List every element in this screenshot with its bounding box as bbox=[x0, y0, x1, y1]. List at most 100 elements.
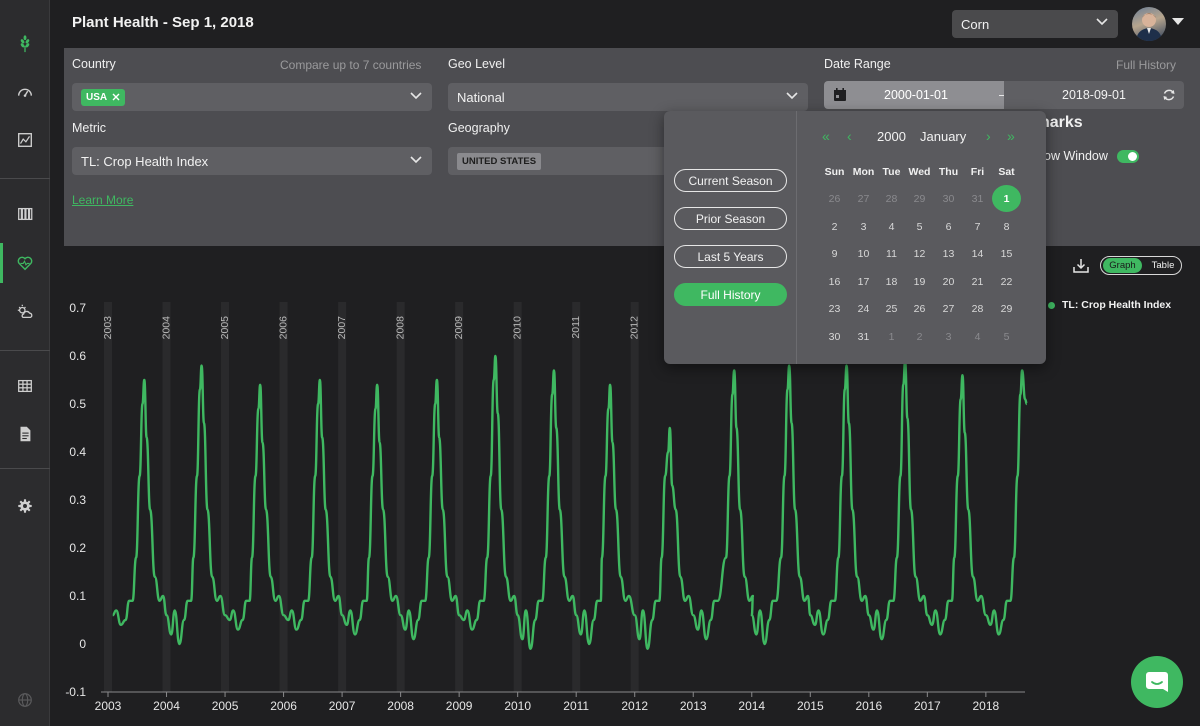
calendar-day[interactable]: 23 bbox=[820, 303, 849, 315]
calendar-day[interactable]: 29 bbox=[992, 303, 1021, 315]
calendar-day[interactable]: 12 bbox=[905, 248, 934, 260]
y-tick-label: 0.1 bbox=[69, 589, 86, 603]
season-marker-band bbox=[338, 302, 347, 692]
calendar-day[interactable]: 21 bbox=[963, 276, 992, 288]
legend-swatch bbox=[1048, 301, 1055, 309]
calendar-day[interactable]: 20 bbox=[934, 276, 963, 288]
calendar-day[interactable]: 4 bbox=[963, 331, 992, 343]
calendar-day[interactable]: 8 bbox=[992, 221, 1021, 233]
calendar-day[interactable]: 1 bbox=[992, 193, 1021, 205]
calendar-day[interactable]: 31 bbox=[849, 331, 878, 343]
calendar-year[interactable]: 2000 bbox=[877, 129, 906, 144]
calendar-day[interactable]: 19 bbox=[905, 276, 934, 288]
y-tick-label: 0.5 bbox=[69, 397, 86, 411]
calendar-day[interactable]: 27 bbox=[934, 303, 963, 315]
calendar-day[interactable]: 11 bbox=[877, 248, 906, 260]
calendar-day[interactable]: 3 bbox=[934, 331, 963, 343]
calendar-day[interactable]: 18 bbox=[877, 276, 906, 288]
season-marker-label: 2010 bbox=[512, 316, 524, 340]
x-tick-label: 2005 bbox=[212, 699, 239, 713]
show-window-label: ow Window bbox=[1044, 149, 1108, 163]
next-month-icon[interactable]: › bbox=[986, 128, 991, 144]
benchmarks-heading: narks bbox=[1040, 114, 1083, 131]
weekday-header: Wed bbox=[908, 166, 931, 178]
weekday-header: Thu bbox=[938, 166, 959, 178]
calendar-day[interactable]: 5 bbox=[905, 221, 934, 233]
app-root: Plant Health - Sep 1, 2018 Corn Country … bbox=[0, 0, 1200, 726]
date-preset-list: Current Season Prior Season Last 5 Years… bbox=[664, 111, 797, 364]
season-marker-label: 2012 bbox=[629, 316, 641, 340]
y-tick-label: 0.2 bbox=[69, 541, 86, 555]
series-line bbox=[112, 354, 1028, 650]
season-marker-label: 2004 bbox=[161, 316, 173, 340]
prev-month-icon[interactable]: ‹ bbox=[847, 128, 852, 144]
calendar-day[interactable]: 13 bbox=[934, 248, 963, 260]
y-tick-label: 0.4 bbox=[69, 445, 86, 459]
next-year-icon[interactable]: » bbox=[1007, 128, 1015, 144]
graph-view-button[interactable]: Graph bbox=[1103, 258, 1142, 273]
x-tick-label: 2015 bbox=[797, 699, 824, 713]
calendar-day[interactable]: 15 bbox=[992, 248, 1021, 260]
season-marker-label: 2007 bbox=[336, 316, 348, 340]
calendar-day[interactable]: 24 bbox=[849, 303, 878, 315]
preset-last-5-years[interactable]: Last 5 Years bbox=[674, 245, 787, 268]
season-marker-label: 2006 bbox=[278, 316, 290, 340]
calendar-day[interactable]: 29 bbox=[905, 193, 934, 205]
full-history-link[interactable]: Full History bbox=[1116, 58, 1176, 72]
season-marker-band bbox=[104, 302, 112, 692]
calendar-day[interactable]: 7 bbox=[963, 221, 992, 233]
weekday-header: Sun bbox=[824, 166, 845, 178]
weekday-header: Tue bbox=[882, 166, 901, 178]
calendar-day[interactable]: 26 bbox=[820, 193, 849, 205]
calendar-day[interactable]: 4 bbox=[877, 221, 906, 233]
prev-year-icon[interactable]: « bbox=[822, 128, 830, 144]
y-tick-label: 0.3 bbox=[69, 493, 86, 507]
calendar-day[interactable]: 30 bbox=[934, 193, 963, 205]
user-menu-caret-icon[interactable] bbox=[1172, 18, 1184, 25]
calendar-day[interactable]: 5 bbox=[992, 331, 1021, 343]
calendar-day[interactable]: 3 bbox=[849, 221, 878, 233]
date-picker-popover: Current Season Prior Season Last 5 Years… bbox=[664, 111, 1046, 364]
season-marker-band bbox=[572, 302, 581, 692]
calendar-day[interactable]: 2 bbox=[820, 221, 849, 233]
x-tick-label: 2016 bbox=[855, 699, 882, 713]
calendar-day[interactable]: 28 bbox=[877, 193, 906, 205]
x-tick-label: 2006 bbox=[270, 699, 297, 713]
x-tick-label: 2007 bbox=[329, 699, 356, 713]
calendar-day[interactable]: 22 bbox=[992, 276, 1021, 288]
calendar-day[interactable]: 31 bbox=[963, 193, 992, 205]
calendar-day[interactable]: 14 bbox=[963, 248, 992, 260]
table-view-button[interactable]: Table bbox=[1145, 258, 1181, 273]
chat-icon bbox=[1146, 672, 1168, 692]
download-icon[interactable] bbox=[1072, 258, 1090, 274]
calendar-day[interactable]: 6 bbox=[934, 221, 963, 233]
chart-legend[interactable]: TL: Crop Health Index bbox=[1048, 299, 1171, 311]
calendar-day[interactable]: 17 bbox=[849, 276, 878, 288]
season-marker-band bbox=[162, 302, 171, 692]
calendar-day[interactable]: 16 bbox=[820, 276, 849, 288]
calendar-day[interactable]: 2 bbox=[905, 331, 934, 343]
show-window-toggle[interactable] bbox=[1117, 150, 1139, 163]
preset-full-history[interactable]: Full History bbox=[674, 283, 787, 306]
calendar-day[interactable]: 25 bbox=[877, 303, 906, 315]
preset-current-season[interactable]: Current Season bbox=[674, 169, 787, 192]
calendar-month[interactable]: January bbox=[920, 129, 966, 144]
calendar-day[interactable]: 1 bbox=[877, 331, 906, 343]
refresh-icon[interactable] bbox=[1162, 88, 1176, 102]
date-end-value: 2018-09-01 bbox=[1062, 88, 1126, 102]
y-tick-label: 0.6 bbox=[69, 349, 86, 363]
chat-launcher-button[interactable] bbox=[1131, 656, 1183, 708]
calendar-day[interactable]: 26 bbox=[905, 303, 934, 315]
user-avatar[interactable] bbox=[1132, 7, 1166, 41]
x-tick-label: 2014 bbox=[738, 699, 765, 713]
calendar-day[interactable]: 10 bbox=[849, 248, 878, 260]
calendar-day[interactable]: 9 bbox=[820, 248, 849, 260]
season-marker-label: 2003 bbox=[102, 316, 114, 340]
x-tick-label: 2004 bbox=[153, 699, 180, 713]
preset-prior-season[interactable]: Prior Season bbox=[674, 207, 787, 230]
y-tick-label: -0.1 bbox=[65, 685, 86, 699]
calendar-day[interactable]: 28 bbox=[963, 303, 992, 315]
weekday-header: Sat bbox=[998, 166, 1015, 178]
calendar-day[interactable]: 27 bbox=[849, 193, 878, 205]
calendar-day[interactable]: 30 bbox=[820, 331, 849, 343]
